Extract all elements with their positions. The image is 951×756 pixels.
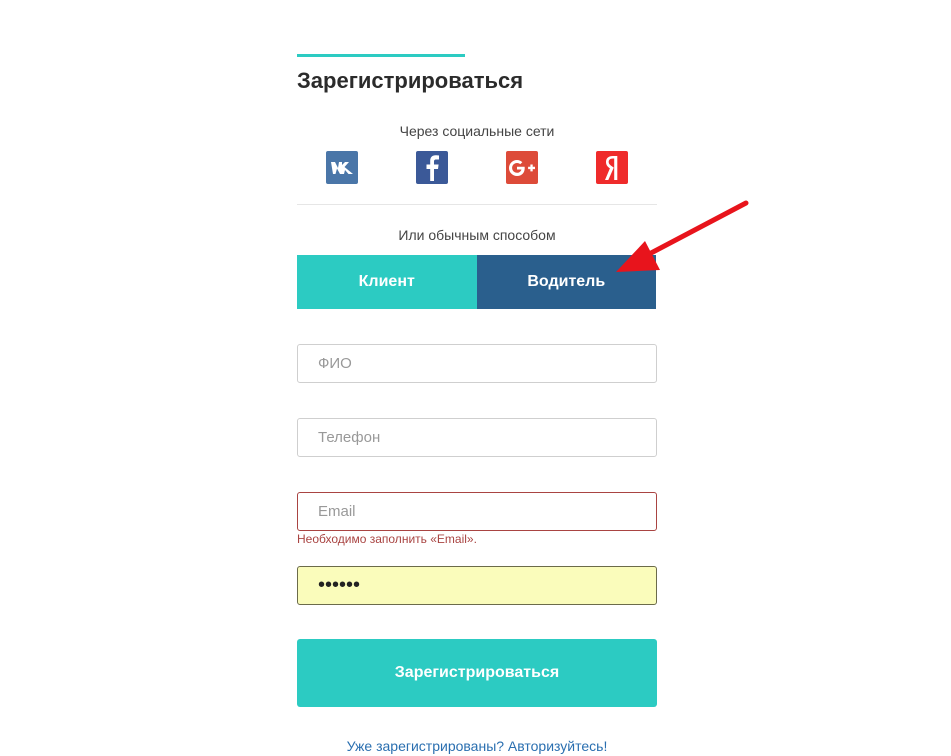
facebook-login-button[interactable]: [416, 151, 448, 184]
phone-input[interactable]: [298, 419, 656, 456]
driver-role-button[interactable]: Водитель: [476, 255, 656, 309]
alt-method-caption: Или обычным способом: [398, 227, 556, 243]
heading-accent-line: [297, 54, 465, 57]
password-input[interactable]: [298, 567, 656, 604]
full-name-field-wrapper: [297, 344, 657, 383]
google-plus-icon: [509, 159, 535, 176]
login-link[interactable]: Уже зарегистрированы? Авторизуйтесь!: [297, 738, 657, 754]
facebook-icon: [426, 154, 439, 181]
client-role-button[interactable]: Клиент: [297, 255, 477, 309]
phone-field-wrapper: [297, 418, 657, 457]
vk-icon: [331, 161, 353, 174]
google-plus-login-button[interactable]: [506, 151, 538, 184]
vk-login-button[interactable]: [326, 151, 358, 184]
social-caption: Через социальные сети: [399, 123, 555, 139]
password-field-wrapper: [297, 566, 657, 605]
section-divider: [297, 204, 657, 205]
email-input[interactable]: [298, 493, 656, 530]
yandex-login-button[interactable]: [596, 151, 628, 184]
email-error-message: Необходимо заполнить «Email».: [297, 532, 477, 546]
email-field-wrapper: [297, 492, 657, 531]
full-name-input[interactable]: [298, 345, 656, 382]
role-toggle: Клиент Водитель: [297, 255, 656, 309]
register-submit-button[interactable]: Зарегистрироваться: [297, 639, 657, 707]
page-title: Зарегистрироваться: [297, 68, 524, 93]
yandex-icon: [605, 155, 618, 180]
